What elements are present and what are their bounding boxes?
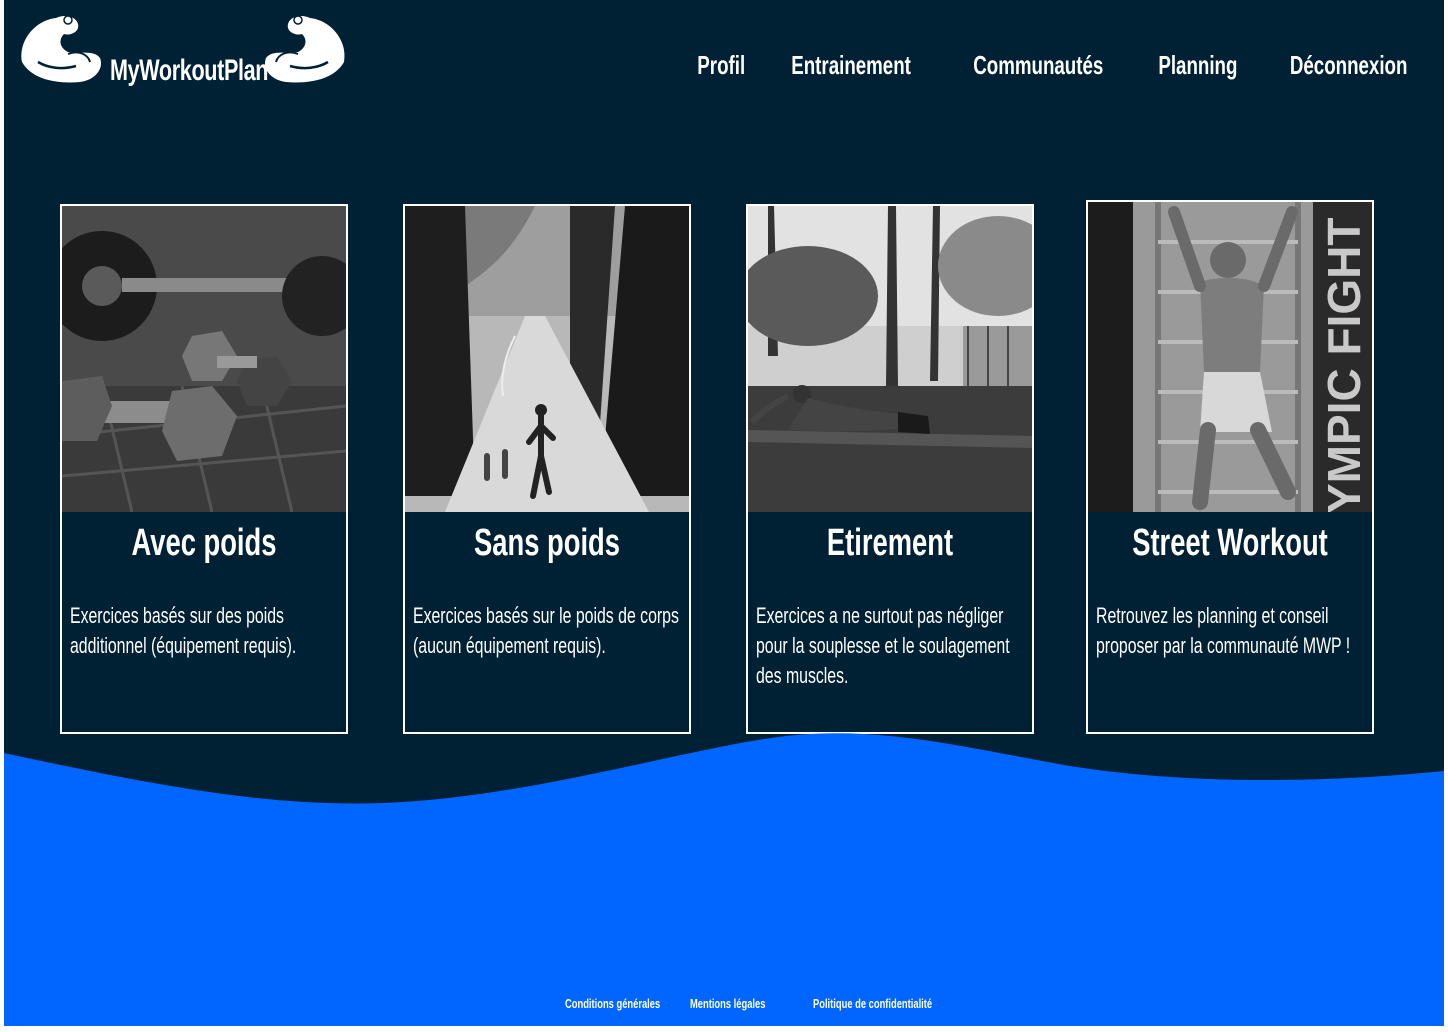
page: MyWorkoutPlan Profil Entrainement Commun…: [4, 0, 1444, 1026]
card-description: Exercices basés sur des poids additionne…: [70, 603, 297, 658]
runner-photo-icon: [405, 206, 689, 512]
nav-deconnexion[interactable]: Déconnexion: [1290, 50, 1408, 81]
footer-link-confidentialite[interactable]: Politique de confidentialité: [813, 996, 932, 1011]
footer-link-mentions[interactable]: Mentions légales: [690, 996, 765, 1011]
card-description: Retrouvez les planning et conseil propos…: [1096, 603, 1351, 658]
card-description: Exercices basés sur le poids de corps (a…: [413, 603, 679, 658]
logo-text: MyWorkoutPlan: [110, 54, 269, 87]
card-sans-poids[interactable]: Sans poids Exercices basés sur le poids …: [403, 204, 691, 734]
card-avec-poids[interactable]: Avec poids Exercices basés sur des poids…: [60, 204, 348, 734]
card-title: Sans poids: [474, 522, 620, 564]
nav-planning[interactable]: Planning: [1158, 50, 1237, 81]
nav-profil[interactable]: Profil: [697, 50, 745, 81]
card-street-workout[interactable]: YMPIC FIGHT Street Workout Retrouvez les…: [1086, 200, 1374, 734]
card-title: Etirement: [826, 522, 954, 564]
wave-divider: [4, 733, 1444, 1026]
card-title: Avec poids: [131, 522, 277, 564]
footer-link-conditions[interactable]: Conditions générales: [565, 996, 660, 1011]
stretch-photo-icon: [748, 206, 1032, 512]
footer: Conditions générales Mentions légales Po…: [4, 996, 1444, 1016]
main-nav: Profil Entrainement Communautés Planning…: [697, 50, 1420, 81]
card-description: Exercices a ne surtout pas négliger pour…: [756, 603, 1010, 688]
photo-text: YMPIC FIGHT: [1318, 218, 1370, 512]
logo[interactable]: MyWorkoutPlan: [18, 10, 348, 90]
dumbbell-photo-icon: [62, 206, 346, 512]
pullup-photo-icon: YMPIC FIGHT: [1088, 202, 1372, 512]
card-title: Street Workout: [1132, 522, 1328, 564]
nav-entrainement[interactable]: Entrainement: [791, 50, 911, 81]
nav-communautes[interactable]: Communautés: [974, 50, 1104, 81]
card-etirement[interactable]: Etirement Exercices a ne surtout pas nég…: [746, 204, 1034, 734]
